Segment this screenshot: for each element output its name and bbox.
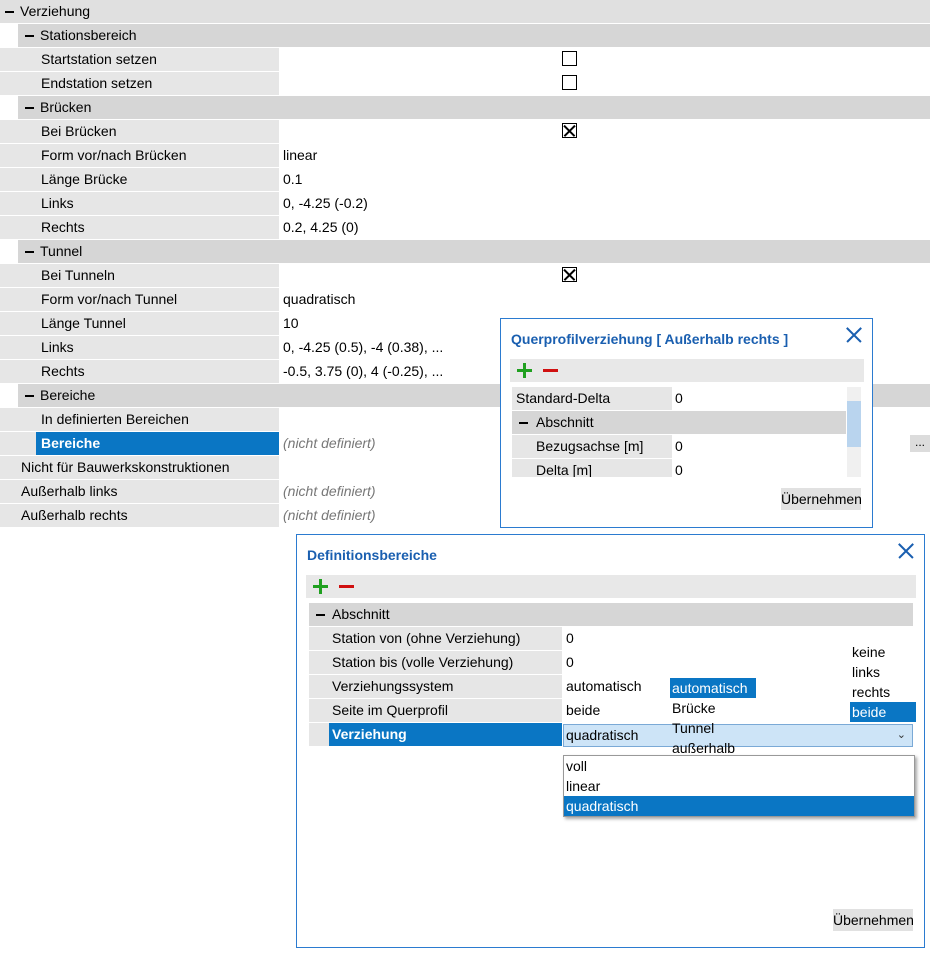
close-icon[interactable]: [846, 327, 862, 343]
row-form-bruecken: Form vor/nach Brücken linear: [0, 144, 930, 168]
seite-options: keine links rechts beide: [850, 642, 916, 722]
startstation-checkbox[interactable]: [562, 51, 577, 66]
definitionsbereiche-dialog: Definitionsbereiche Abschnitt Station vo…: [296, 534, 925, 948]
verziehung-label: Verziehung: [309, 723, 562, 746]
plus-icon[interactable]: [313, 579, 328, 594]
category-stationsbereich[interactable]: Stationsbereich: [0, 24, 930, 48]
minus-icon[interactable]: [339, 579, 354, 594]
collapse-icon[interactable]: [24, 390, 35, 401]
scrollbar[interactable]: [847, 387, 861, 477]
bei-tunneln-checkbox[interactable]: [562, 267, 577, 282]
verziehung-selected: quadratisch: [566, 727, 639, 743]
option-ausserhalb[interactable]: außerhalb: [670, 738, 760, 758]
bruecken-rechts-value[interactable]: 0.2, 4.25 (0): [279, 216, 930, 239]
option-tunnel[interactable]: Tunnel: [670, 718, 760, 738]
plus-icon[interactable]: [517, 363, 532, 378]
collapse-icon[interactable]: [518, 417, 529, 428]
option-voll[interactable]: voll: [564, 756, 914, 776]
row-laenge-bruecke: Länge Brücke 0.1: [0, 168, 930, 192]
verziehungssystem-value[interactable]: automatisch: [566, 675, 641, 698]
collapse-icon[interactable]: [4, 6, 15, 17]
verziehungssystem-options: automatisch Brücke Tunnel außerhalb: [670, 678, 760, 758]
property-list: Standard-Delta 0 Abschnitt Bezugsachse […: [512, 387, 846, 477]
standard-delta-value[interactable]: 0: [675, 387, 683, 410]
row-bei-tunneln: Bei Tunneln: [0, 264, 930, 288]
category-tunnel[interactable]: Tunnel: [0, 240, 930, 264]
collapse-icon[interactable]: [24, 102, 35, 113]
dialog-title: Definitionsbereiche: [307, 547, 437, 563]
row-bruecken-rechts: Rechts 0.2, 4.25 (0): [0, 216, 930, 240]
chevron-down-icon[interactable]: ⌄: [897, 725, 906, 746]
verziehung-dropdown: voll linear quadratisch: [563, 755, 915, 817]
row-startstation: Startstation setzen: [0, 48, 930, 72]
querprofilverziehung-dialog: Querprofilverziehung [ Außerhalb rechts …: [500, 318, 873, 528]
minus-icon[interactable]: [543, 363, 558, 378]
endstation-checkbox[interactable]: [562, 75, 577, 90]
option-automatisch[interactable]: automatisch: [670, 678, 756, 698]
row-form-tunnel: Form vor/nach Tunnel quadratisch: [0, 288, 930, 312]
apply-button[interactable]: Übernehmen: [781, 488, 862, 510]
station-von-value[interactable]: 0: [566, 627, 574, 650]
option-bruecke[interactable]: Brücke: [670, 698, 760, 718]
seite-value[interactable]: beide: [566, 699, 600, 722]
laenge-bruecke-value[interactable]: 0.1: [279, 168, 930, 191]
option-linear[interactable]: linear: [564, 776, 914, 796]
collapse-icon[interactable]: [24, 30, 35, 41]
form-tunnel-value[interactable]: quadratisch: [279, 288, 930, 311]
delta-value[interactable]: 0: [675, 459, 683, 477]
option-rechts[interactable]: rechts: [850, 682, 916, 702]
row-bruecken-links: Links 0, -4.25 (-0.2): [0, 192, 930, 216]
bruecken-links-value[interactable]: 0, -4.25 (-0.2): [279, 192, 930, 215]
collapse-icon[interactable]: [315, 609, 326, 620]
option-quadratisch[interactable]: quadratisch: [564, 796, 914, 816]
apply-button[interactable]: Übernehmen: [833, 909, 914, 931]
option-beide[interactable]: beide: [850, 702, 916, 722]
row-bei-bruecken: Bei Brücken: [0, 120, 930, 144]
scrollbar-thumb[interactable]: [847, 401, 861, 447]
bei-bruecken-checkbox[interactable]: [562, 123, 577, 138]
bezugsachse-value[interactable]: 0: [675, 435, 683, 458]
category-abschnitt[interactable]: Abschnitt: [309, 603, 913, 626]
toolbar: [306, 575, 916, 598]
dialog-title: Querprofilverziehung [ Außerhalb rechts …: [511, 331, 789, 347]
form-bruecken-value[interactable]: linear: [279, 144, 930, 167]
option-links[interactable]: links: [850, 662, 916, 682]
collapse-icon[interactable]: [24, 246, 35, 257]
row-endstation: Endstation setzen: [0, 72, 930, 96]
category-verziehung[interactable]: Verziehung: [0, 0, 930, 24]
toolbar: [510, 359, 864, 382]
category-abschnitt[interactable]: Abschnitt: [512, 411, 846, 434]
option-keine[interactable]: keine: [850, 642, 916, 662]
station-bis-value[interactable]: 0: [566, 651, 574, 674]
close-icon[interactable]: [898, 543, 914, 559]
ellipsis-button[interactable]: ...: [910, 435, 930, 452]
category-bruecken[interactable]: Brücken: [0, 96, 930, 120]
